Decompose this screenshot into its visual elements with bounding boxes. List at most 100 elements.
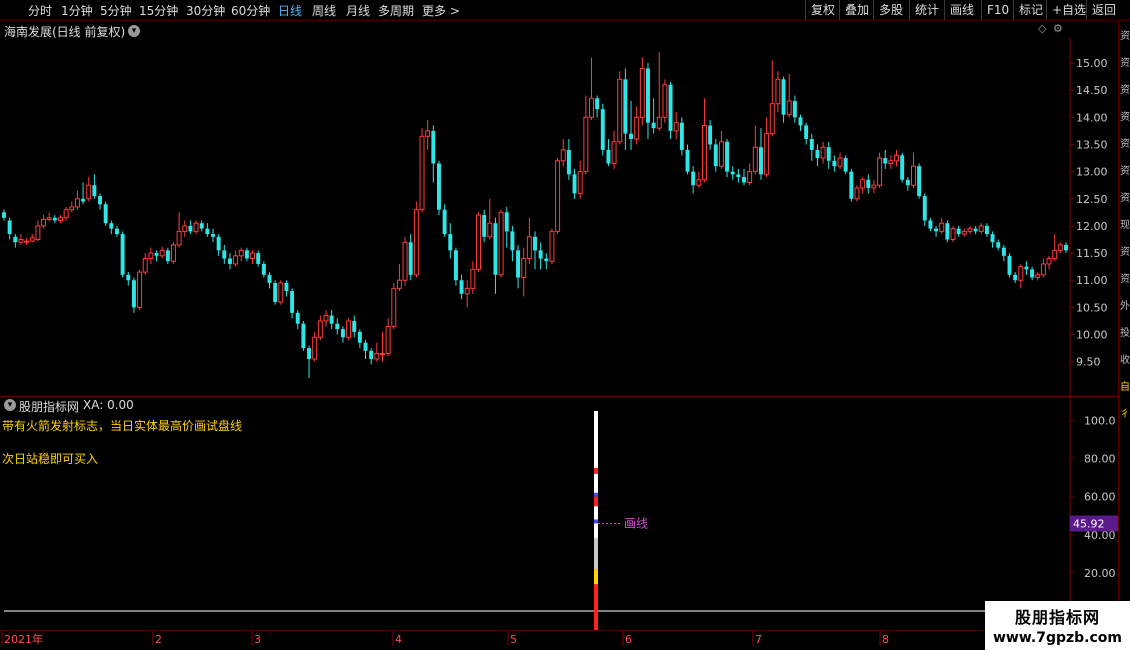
candle-body xyxy=(431,130,436,164)
tab-timeframe-7[interactable]: 周线 xyxy=(312,2,336,19)
candle-body xyxy=(691,171,696,186)
toolbar-button-6[interactable]: 标记 xyxy=(1013,0,1046,20)
candle-body xyxy=(521,258,527,279)
candle-body xyxy=(182,225,188,232)
toolbar-button-7[interactable]: +自选 xyxy=(1046,0,1086,20)
time-tick-label: 4 xyxy=(395,633,402,646)
gear-icon[interactable]: ⚙ xyxy=(1053,22,1063,35)
candle-body xyxy=(656,116,662,129)
tab-timeframe-8[interactable]: 月线 xyxy=(346,2,370,19)
candle-body xyxy=(81,198,86,202)
sidebar-label: 资 xyxy=(1120,58,1130,69)
candle-body xyxy=(905,179,910,186)
candle-body xyxy=(7,220,12,235)
candle-body xyxy=(35,225,41,241)
candle-body xyxy=(792,101,797,118)
time-tick-label: 6 xyxy=(625,633,632,646)
sidebar-label: 资 xyxy=(1120,112,1130,123)
tab-timeframe-0[interactable]: 分时 xyxy=(28,2,52,19)
candle-body xyxy=(233,255,239,265)
price-tick-label: 12.00 xyxy=(1076,220,1108,233)
candle-body xyxy=(934,228,939,232)
toolbar-button-2[interactable]: 多股 xyxy=(873,0,909,20)
candle-body xyxy=(482,215,487,237)
candle-body xyxy=(668,84,673,131)
candle-body xyxy=(725,141,730,172)
candle-body xyxy=(86,184,92,200)
candle-body xyxy=(1007,255,1012,275)
price-tick-label: 14.00 xyxy=(1076,111,1108,124)
candle-body xyxy=(911,165,916,186)
candle-body xyxy=(990,234,995,243)
candle-body xyxy=(820,146,826,159)
candle-body xyxy=(284,282,289,292)
signal-bar-segment xyxy=(594,506,598,520)
tab-timeframe-9[interactable]: 多周期 xyxy=(378,2,414,19)
candle-body xyxy=(52,217,57,221)
candle-body xyxy=(352,320,357,332)
candle-body xyxy=(137,271,143,308)
candle-body xyxy=(227,258,232,264)
info-sidebar[interactable]: 资资资资资资资现资资外投收自彳 xyxy=(1118,21,1130,601)
candle-body xyxy=(617,78,623,143)
candlestick-chart[interactable]: 15.00 14.50 14.00 13.50 13.00 12.50 12.00 11.50… xyxy=(0,38,1118,396)
candle-body xyxy=(673,122,679,132)
candle-body xyxy=(758,147,763,175)
candle-body xyxy=(967,228,973,232)
candle-body xyxy=(510,231,515,251)
sidebar-label: 资 xyxy=(1120,247,1130,258)
candle-body xyxy=(369,350,374,359)
watermark-url: www.7gpzb.com xyxy=(992,630,1122,646)
candle-body xyxy=(464,287,470,295)
candle-body xyxy=(148,252,154,260)
candle-body xyxy=(769,103,775,135)
candle-body xyxy=(357,331,362,343)
tab-timeframe-1[interactable]: 1分钟 xyxy=(61,2,93,19)
candle-body xyxy=(126,274,131,281)
tab-timeframe-2[interactable]: 5分钟 xyxy=(100,2,132,19)
indicator-chart[interactable]: 100.080.0060.0040.0020.00画线 45.92 xyxy=(0,397,1130,632)
candle-body xyxy=(256,253,261,264)
candle-body xyxy=(165,250,170,262)
price-tick-label: 10.00 xyxy=(1076,329,1108,342)
time-tick-label: 2 xyxy=(155,633,162,646)
candle-body xyxy=(273,282,278,302)
candle-body xyxy=(295,312,300,324)
candle-body xyxy=(335,323,340,330)
diamond-icon[interactable]: ◇ xyxy=(1038,22,1046,35)
toolbar-button-4[interactable]: 画线 xyxy=(944,0,981,20)
candle-body xyxy=(244,250,249,259)
candle-body xyxy=(950,228,956,241)
toolbar-button-5[interactable]: F10 xyxy=(981,0,1013,20)
tab-timeframe-4[interactable]: 30分钟 xyxy=(186,2,225,19)
time-axis: 2021年 2 3 4 5 6 7 8 xyxy=(0,630,985,646)
candle-body xyxy=(747,171,753,183)
toolbar-button-8[interactable]: 返回 xyxy=(1086,0,1118,20)
candle-body xyxy=(58,217,63,222)
candle-body xyxy=(408,242,413,275)
price-tick-label: 11.50 xyxy=(1076,247,1108,260)
candle-body xyxy=(956,228,961,235)
candle-body xyxy=(549,230,555,262)
candle-body xyxy=(1046,258,1052,265)
tab-timeframe-6[interactable]: 日线 xyxy=(278,2,302,19)
chevron-down-icon[interactable]: ▾ xyxy=(128,25,140,37)
candle-body xyxy=(701,124,707,181)
candle-body xyxy=(205,228,210,235)
toolbar-button-3[interactable]: 统计 xyxy=(909,0,944,20)
tab-timeframe-3[interactable]: 15分钟 xyxy=(139,2,178,19)
tab-timeframe-10[interactable]: 更多 > xyxy=(422,2,460,19)
candle-body xyxy=(1040,263,1046,276)
candle-body xyxy=(708,125,713,145)
candle-body xyxy=(487,222,493,238)
candle-body xyxy=(815,149,820,159)
candle-body xyxy=(493,223,498,275)
candle-body xyxy=(290,291,295,313)
toolbar-button-1[interactable]: 叠加 xyxy=(839,0,873,20)
candle-body xyxy=(1030,269,1035,278)
tab-timeframe-5[interactable]: 60分钟 xyxy=(231,2,270,19)
candle-body xyxy=(871,184,877,189)
toolbar-button-0[interactable]: 复权 xyxy=(805,0,839,20)
indicator-tick-label: 20.00 xyxy=(1084,567,1116,580)
candle-body xyxy=(595,98,600,110)
